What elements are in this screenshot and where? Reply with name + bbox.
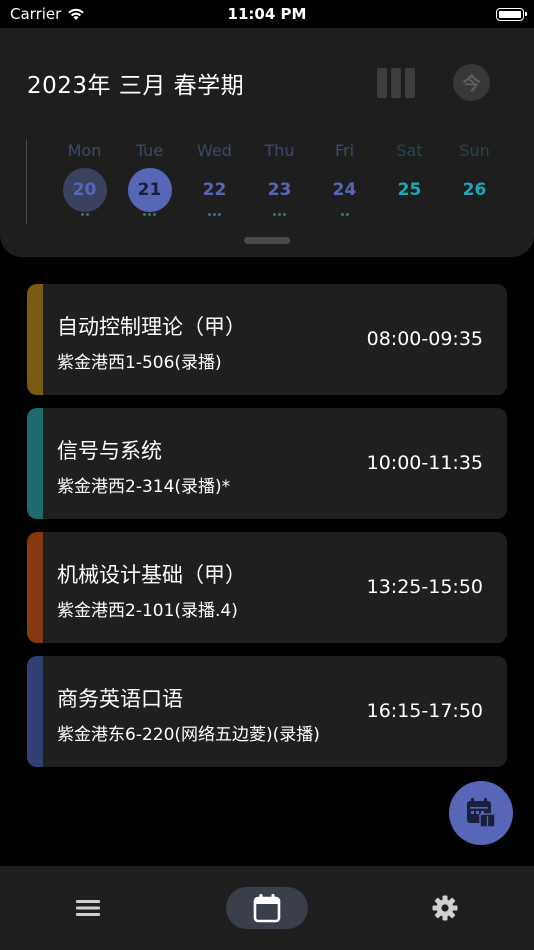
course-color-stripe [27, 284, 43, 395]
course-dot [345, 213, 349, 216]
calendar-fab-button[interactable] [449, 781, 513, 845]
course-dot [213, 213, 216, 216]
day-date-circle: 22 [193, 168, 237, 212]
view-toggle-icon[interactable] [377, 66, 419, 100]
day-course-dots [377, 213, 442, 221]
day-course-dots [312, 213, 377, 221]
today-button-label: 今 [462, 73, 481, 95]
drag-handle[interactable] [244, 237, 290, 244]
day-name: Sat [396, 141, 423, 160]
day-date: 22 [202, 180, 227, 200]
day-course-dots [117, 213, 182, 221]
course-name: 信号与系统 [57, 439, 162, 463]
day-date: 21 [137, 180, 162, 200]
nav-settings-tab[interactable] [423, 887, 467, 929]
day-date-circle: 20 [62, 168, 107, 212]
course-card[interactable]: 商务英语口语紫金港东6-220(网络五边菱)(录播) 16:15-17:50 [27, 656, 507, 767]
bottom-nav [0, 866, 534, 950]
day-name: Wed [197, 141, 232, 160]
course-dot [218, 213, 221, 216]
course-dot [273, 213, 276, 216]
day-date: 20 [72, 180, 97, 200]
course-dot [153, 213, 156, 216]
course-room: 紫金港西1-506(录播) [57, 353, 222, 373]
week-header: 2023年 三月 春学期 今 Mon 20 Tue 21 Wed 22 Thu 23 Fri 24… [0, 28, 534, 257]
day-course-dots [247, 213, 312, 221]
day-name: Thu [264, 141, 295, 160]
gear-icon [432, 895, 458, 921]
day-date-circle: 26 [453, 168, 497, 212]
day-thu[interactable]: Thu 23 [247, 138, 312, 221]
day-name: Tue [135, 141, 164, 160]
nav-schedule-tab[interactable] [226, 887, 308, 929]
day-name: Sun [459, 141, 490, 160]
day-name: Mon [67, 141, 102, 160]
list-icon [76, 900, 100, 916]
calendar-icon [253, 894, 281, 923]
course-name: 商务英语口语 [57, 687, 183, 711]
course-time: 16:15-17:50 [366, 700, 483, 722]
status-bar: Carrier 11:04 PM [0, 0, 534, 28]
battery-icon [496, 7, 527, 21]
day-tue[interactable]: Tue 21 [117, 138, 182, 221]
course-time: 08:00-09:35 [366, 328, 483, 350]
course-room: 紫金港西2-314(录播)* [57, 477, 231, 497]
term-title: 2023年 三月 春学期 [27, 73, 245, 99]
course-time: 10:00-11:35 [366, 452, 483, 474]
carrier-label: Carrier [10, 5, 62, 23]
course-dot [80, 213, 84, 216]
course-time: 13:25-15:50 [366, 576, 483, 598]
course-dot [278, 213, 281, 216]
status-left: Carrier [10, 5, 85, 23]
day-sat[interactable]: Sat 25 [377, 138, 442, 221]
day-wed[interactable]: Wed 22 [182, 138, 247, 221]
course-color-stripe [27, 532, 43, 643]
course-dot [283, 213, 286, 216]
wifi-icon [68, 8, 85, 20]
day-course-dots [52, 213, 117, 221]
day-sun[interactable]: Sun 26 [442, 138, 507, 221]
course-card[interactable]: 自动控制理论（甲） 紫金港西1-506(录播) 08:00-09:35 [27, 284, 507, 395]
day-mon[interactable]: Mon 20 [52, 138, 117, 221]
course-name: 机械设计基础（甲） [57, 563, 246, 587]
day-course-dots [182, 213, 247, 221]
day-date: 24 [332, 180, 357, 200]
day-date: 26 [462, 180, 487, 200]
course-dot [85, 213, 89, 216]
course-color-stripe [27, 408, 43, 519]
day-date-circle: 25 [388, 168, 432, 212]
course-dot [208, 213, 211, 216]
course-room: 紫金港西2-101(录播.4) [57, 601, 238, 621]
day-date: 25 [397, 180, 422, 200]
day-course-dots [442, 213, 507, 221]
course-dot [340, 213, 344, 216]
course-card[interactable]: 机械设计基础（甲） 紫金港西2-101(录播.4) 13:25-15:50 [27, 532, 507, 643]
week-divider [26, 139, 27, 224]
day-date-circle: 24 [323, 168, 367, 212]
day-date-circle: 21 [127, 168, 172, 212]
course-card[interactable]: 信号与系统紫金港西2-314(录播)* 10:00-11:35 [27, 408, 507, 519]
today-button[interactable]: 今 [453, 64, 490, 101]
course-dot [143, 213, 146, 216]
day-date: 23 [267, 180, 292, 200]
calendar-book-icon [467, 798, 496, 828]
nav-courses-tab[interactable] [66, 887, 110, 929]
day-name: Fri [334, 141, 355, 160]
course-color-stripe [27, 656, 43, 767]
course-name: 自动控制理论（甲） [57, 315, 246, 339]
week-strip: Mon 20 Tue 21 Wed 22 Thu 23 Fri 24 Sat 25 Sun 26 [52, 138, 526, 228]
day-date-circle: 23 [258, 168, 302, 212]
course-room: 紫金港东6-220(网络五边菱)(录播) [57, 725, 320, 745]
day-fri[interactable]: Fri 24 [312, 138, 377, 221]
course-list: 自动控制理论（甲） 紫金港西1-506(录播) 08:00-09:35 信号与系统紫金… [27, 284, 507, 780]
course-dot [148, 213, 151, 216]
